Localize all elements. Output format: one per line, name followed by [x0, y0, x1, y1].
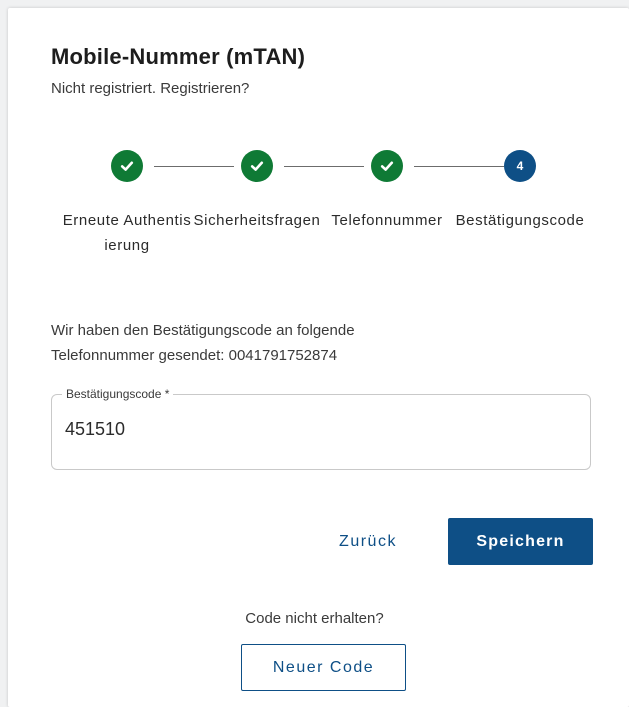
- mtan-card: Mobile-Nummer (mTAN) Nicht registriert. …: [8, 8, 629, 707]
- new-code-button[interactable]: Neuer Code: [241, 644, 406, 691]
- confirmation-code-input[interactable]: [65, 419, 565, 440]
- step-3-complete: [371, 150, 403, 182]
- save-button[interactable]: Speichern: [448, 518, 593, 565]
- stepper-connector: [284, 166, 364, 167]
- step-label: Bestätigungscode: [455, 212, 585, 229]
- back-button[interactable]: Zurück: [318, 518, 418, 565]
- code-not-received-text: Code nicht erhalten?: [245, 610, 384, 627]
- step-2-complete: [241, 150, 273, 182]
- check-icon: [250, 161, 264, 171]
- register-link[interactable]: Nicht registriert. Registrieren?: [51, 80, 249, 97]
- confirmation-code-field: Bestätigungscode *: [51, 387, 591, 470]
- step-label: Telefonnummer: [331, 212, 443, 229]
- page-title: Mobile-Nummer (mTAN): [51, 44, 306, 69]
- check-icon: [380, 161, 394, 171]
- info-text: Wir haben den Bestätigungscode an folgen…: [51, 318, 591, 368]
- step-4-active: 4: [504, 150, 536, 182]
- confirmation-code-label: Bestätigungscode *: [62, 387, 174, 401]
- check-icon: [120, 161, 134, 171]
- info-line: Wir haben den Bestätigungscode an folgen…: [51, 322, 355, 339]
- step-1-complete: [111, 150, 143, 182]
- stepper-connector: [414, 166, 504, 167]
- step-label: Erneute Authentisierung: [62, 212, 192, 254]
- step-label: Sicherheitsfragen: [193, 212, 321, 229]
- info-line: Telefonnummer gesendet: 0041791752874: [51, 347, 338, 364]
- stepper-connector: [154, 166, 234, 167]
